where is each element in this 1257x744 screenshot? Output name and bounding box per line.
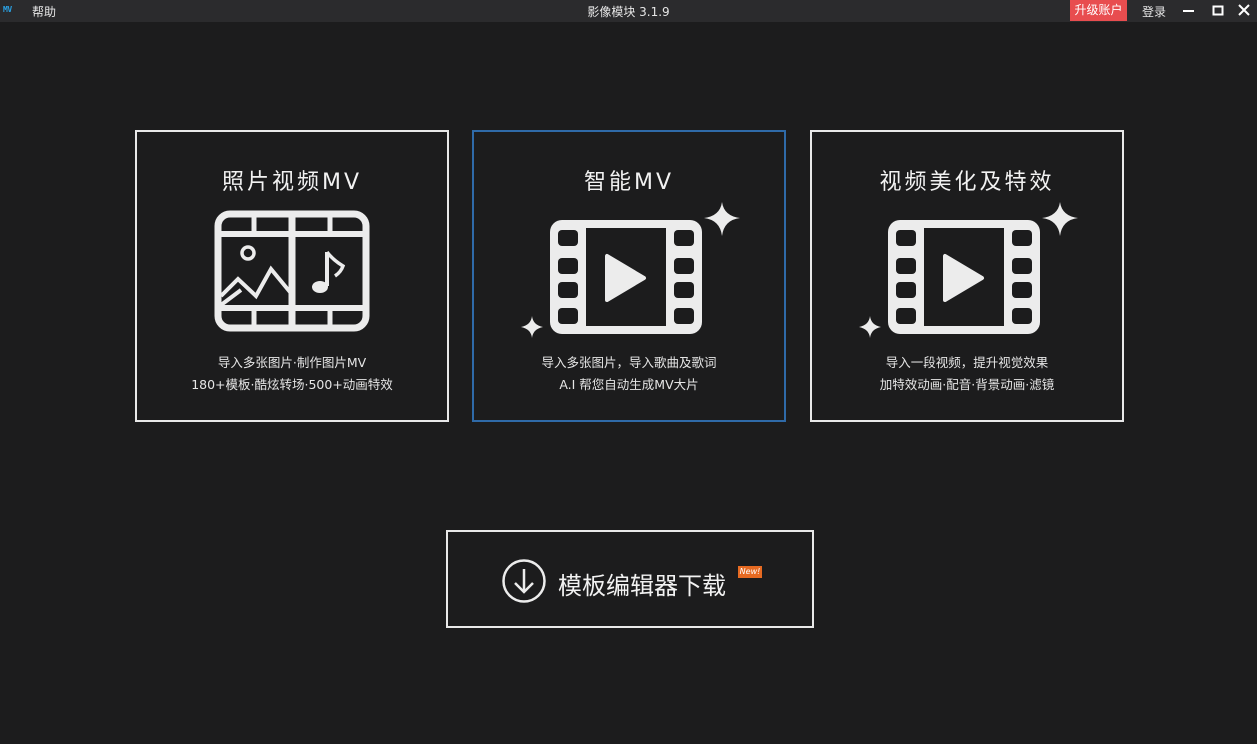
template-editor-download-button[interactable]: 模板编辑器下载 New!: [446, 530, 814, 628]
card-description-line1: 导入一段视频，提升视觉效果: [885, 355, 1049, 370]
new-badge: New!: [738, 566, 762, 578]
card-title: 视频美化及特效: [879, 170, 1055, 195]
download-arrow-icon: [502, 559, 546, 603]
card-description-line2: 加特效动画·配音·背景动画·滤镜: [879, 377, 1055, 392]
title-bar: MV 帮助 影像模块 3.1.9 升级账户 登录: [0, 0, 1257, 22]
card-title: 智能MV: [583, 170, 675, 195]
card-description-line1: 导入多张图片，导入歌曲及歌词: [541, 355, 717, 370]
sparkle-play-filmstrip-icon: [521, 202, 740, 338]
login-button[interactable]: 登录: [1142, 3, 1166, 20]
card-description-line2: 180+模板·酷炫转场·500+动画特效: [191, 377, 393, 392]
close-icon: [1238, 4, 1250, 16]
card-description-line1: 导入多张图片·制作图片MV: [217, 355, 367, 370]
upgrade-account-button[interactable]: 升级账户: [1070, 0, 1127, 21]
maximize-button[interactable]: [1206, 0, 1230, 22]
card-title: 照片视频MV: [221, 170, 363, 195]
photo-music-filmstrip-icon: [214, 210, 370, 332]
photo-video-mv-card[interactable]: 照片视频MV 导入多张图片·制作图片MV 180+模板·酷炫转场·500+动画特…: [135, 130, 449, 422]
video-effects-card[interactable]: 视频美化及特效 导入一段视频，提升视觉效果 加特效动画·配音·背景动画·滤镜: [810, 130, 1124, 422]
minimize-icon: [1183, 10, 1194, 12]
maximize-icon: [1212, 5, 1224, 16]
smart-mv-card[interactable]: 智能MV 导入多张图片，导入歌曲及歌词 A.I 帮您自动生成MV大片: [472, 130, 786, 422]
download-label: 模板编辑器下载: [558, 572, 726, 600]
sparkle-play-filmstrip-icon: [859, 202, 1078, 338]
window-title: 影像模块 3.1.9: [587, 5, 670, 19]
close-button[interactable]: [1233, 0, 1257, 22]
minimize-button[interactable]: [1177, 0, 1201, 22]
card-description-line2: A.I 帮您自动生成MV大片: [559, 377, 699, 392]
